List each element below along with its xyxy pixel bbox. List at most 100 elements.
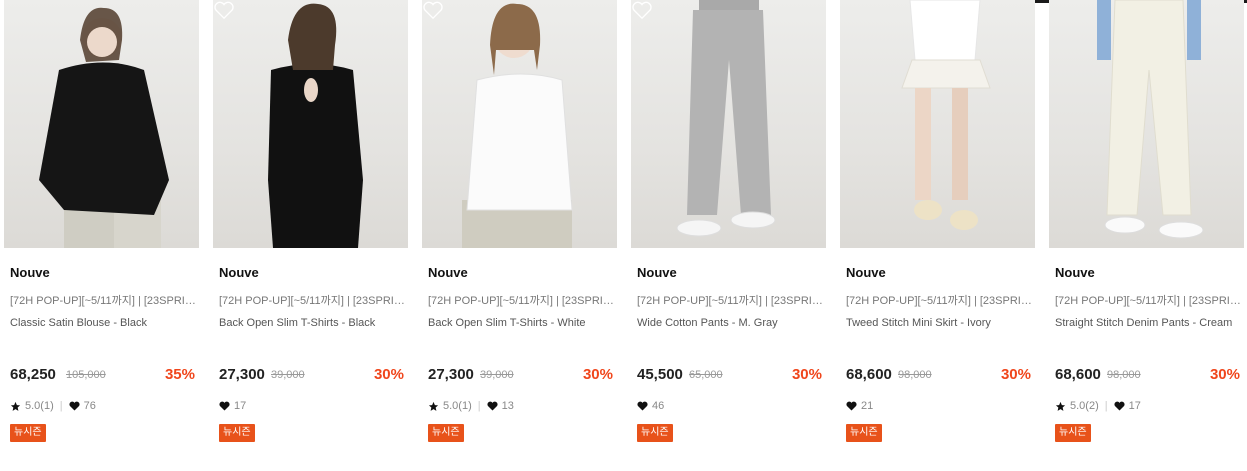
product-photo-gray-pants	[676, 0, 776, 237]
original-price: 39,000	[271, 369, 305, 381]
product-photo-ivory-skirt	[901, 0, 991, 230]
heart-icon	[219, 401, 230, 411]
product-tag-line[interactable]: [72H POP-UP][~5/11까지] | [23SPRING]	[1055, 292, 1241, 308]
sale-price: 27,300	[428, 366, 474, 383]
product-tag-line[interactable]: [72H POP-UP][~5/11까지] | [23SPRING]	[846, 292, 1032, 308]
product-meta: 5.0(1) | 13	[428, 400, 514, 412]
star-icon	[1055, 401, 1066, 411]
original-price: 98,000	[898, 369, 932, 381]
product-tag-line[interactable]: [72H POP-UP][~5/11까지] | [23SPRING]	[637, 292, 823, 308]
heart-outline-icon[interactable]	[422, 0, 444, 20]
product-image[interactable]	[631, 0, 826, 248]
product-photo-blouse	[39, 7, 169, 248]
product-name[interactable]: Wide Cotton Pants - M. Gray	[637, 316, 823, 331]
likes-group: 17	[219, 400, 246, 412]
product-name[interactable]: Tweed Stitch Mini Skirt - Ivory	[846, 316, 1032, 331]
likes-count: 21	[861, 400, 874, 412]
new-season-badge: 뉴시즌	[219, 424, 255, 442]
likes-count: 17	[1128, 400, 1141, 412]
rating-text: 5.0(1)	[25, 400, 54, 412]
sale-price: 68,250	[10, 366, 56, 383]
star-icon	[428, 401, 439, 411]
product-tag-line[interactable]: [72H POP-UP][~5/11까지] | [23SPRING]	[428, 292, 614, 308]
heart-outline-icon[interactable]	[631, 0, 653, 20]
heart-icon	[487, 401, 498, 411]
product-card[interactable]: Nouve [72H POP-UP][~5/11까지] | [23SPRING]…	[840, 0, 1035, 442]
sale-price: 45,500	[637, 366, 683, 383]
brand-name[interactable]: Nouve	[219, 265, 259, 280]
product-card[interactable]: Nouve [72H POP-UP][~5/11까지] | [23SPRING]…	[631, 0, 826, 442]
brand-name[interactable]: Nouve	[637, 265, 677, 280]
likes-count: 46	[652, 400, 665, 412]
sale-price: 68,600	[846, 366, 892, 383]
original-price: 39,000	[480, 369, 514, 381]
likes-count: 76	[83, 400, 96, 412]
product-name[interactable]: Back Open Slim T-Shirts - White	[428, 316, 614, 331]
product-image[interactable]	[4, 0, 199, 248]
likes-group: 76	[69, 400, 96, 412]
likes-count: 13	[501, 400, 514, 412]
product-card[interactable]: Nouve [72H POP-UP][~5/11까지] | [23SPRING]…	[1049, 0, 1244, 442]
likes-group: 13	[487, 400, 514, 412]
product-card[interactable]: Nouve [72H POP-UP][~5/11까지] | [23SPRING]…	[422, 0, 617, 442]
heart-icon	[1114, 401, 1125, 411]
likes-count: 17	[234, 400, 247, 412]
product-meta: 5.0(2) | 17	[1055, 400, 1141, 412]
product-photo-cream-denim	[1097, 0, 1204, 239]
brand-name[interactable]: Nouve	[1055, 265, 1095, 280]
meta-separator: |	[59, 400, 63, 412]
new-season-badge: 뉴시즌	[637, 424, 673, 442]
rating-text: 5.0(2)	[1070, 400, 1099, 412]
discount-rate: 30%	[791, 366, 822, 383]
product-photo-black-tee	[268, 3, 363, 248]
meta-separator: |	[477, 400, 481, 412]
likes-group: 21	[846, 400, 873, 412]
original-price: 65,000	[689, 369, 723, 381]
heart-icon	[69, 401, 80, 411]
discount-rate: 35%	[164, 366, 195, 383]
product-meta: 46	[637, 400, 664, 412]
original-price: 105,000	[66, 369, 106, 381]
heart-outline-icon[interactable]	[213, 0, 235, 20]
meta-separator: |	[1104, 400, 1108, 412]
discount-rate: 30%	[1000, 366, 1031, 383]
discount-rate: 30%	[582, 366, 613, 383]
brand-name[interactable]: Nouve	[428, 265, 468, 280]
original-price: 98,000	[1107, 369, 1141, 381]
brand-name[interactable]: Nouve	[846, 265, 886, 280]
discount-rate: 30%	[1209, 366, 1240, 383]
rating-group: 5.0(1)	[10, 400, 54, 412]
rating-text: 5.0(1)	[443, 400, 472, 412]
star-icon	[10, 401, 21, 411]
product-name[interactable]: Classic Satin Blouse - Black	[10, 316, 196, 331]
product-image[interactable]	[1049, 0, 1244, 248]
new-season-badge: 뉴시즌	[10, 424, 46, 442]
product-meta: 21	[846, 400, 873, 412]
product-grid: Nouve [72H POP-UP][~5/11까지] | [23SPRING]…	[4, 0, 1244, 442]
rating-group: 5.0(2)	[1055, 400, 1099, 412]
product-image[interactable]	[422, 0, 617, 248]
product-card[interactable]: Nouve [72H POP-UP][~5/11까지] | [23SPRING]…	[4, 0, 199, 442]
product-name[interactable]: Back Open Slim T-Shirts - Black	[219, 316, 405, 331]
new-season-badge: 뉴시즌	[428, 424, 464, 442]
product-tag-line[interactable]: [72H POP-UP][~5/11까지] | [23SPRING]	[219, 292, 405, 308]
rating-group: 5.0(1)	[428, 400, 472, 412]
product-tag-line[interactable]: [72H POP-UP][~5/11까지] | [23SPRING]	[10, 292, 196, 308]
product-image[interactable]	[840, 0, 1035, 248]
product-card[interactable]: Nouve [72H POP-UP][~5/11까지] | [23SPRING]…	[213, 0, 408, 442]
heart-icon	[846, 401, 857, 411]
likes-group: 46	[637, 400, 664, 412]
product-name[interactable]: Straight Stitch Denim Pants - Cream	[1055, 316, 1241, 331]
new-season-badge: 뉴시즌	[1055, 424, 1091, 442]
likes-group: 17	[1114, 400, 1141, 412]
heart-icon	[637, 401, 648, 411]
sale-price: 27,300	[219, 366, 265, 383]
new-season-badge: 뉴시즌	[846, 424, 882, 442]
brand-name[interactable]: Nouve	[10, 265, 50, 280]
product-meta: 17	[219, 400, 246, 412]
product-image[interactable]	[213, 0, 408, 248]
product-photo-white-tee	[462, 3, 573, 248]
product-meta: 5.0(1) | 76	[10, 400, 96, 412]
discount-rate: 30%	[373, 366, 404, 383]
sale-price: 68,600	[1055, 366, 1101, 383]
